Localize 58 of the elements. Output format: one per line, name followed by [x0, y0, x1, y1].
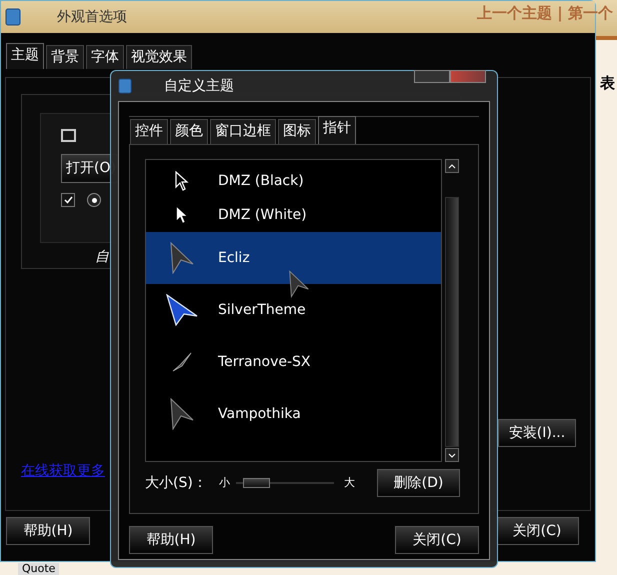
radio-button[interactable]	[87, 193, 101, 207]
arrow-cursor-icon	[169, 242, 195, 274]
scrollbar[interactable]	[445, 159, 459, 462]
tab[interactable]: 颜色	[170, 119, 208, 144]
preview-caption: 自	[95, 248, 109, 267]
cursor-list-item[interactable]: DMZ (Black)	[146, 164, 441, 198]
arrow-cursor-icon	[172, 352, 192, 372]
delete-button[interactable]: 删除(D)	[377, 469, 460, 497]
cursor-name: Vampothika	[218, 404, 301, 424]
help-button[interactable]: 帮助(H)	[129, 526, 213, 554]
tab[interactable]: 背景	[46, 45, 84, 69]
window-icon	[5, 8, 21, 26]
cursor-name: SilverTheme	[218, 300, 306, 320]
help-button[interactable]: 帮助(H)	[6, 517, 90, 545]
tab[interactable]: 图标	[278, 119, 316, 144]
close-window-button[interactable]	[450, 70, 486, 83]
tab[interactable]: 视觉效果	[126, 45, 192, 69]
quote-label: Quote	[18, 563, 60, 575]
scroll-thumb[interactable]	[445, 197, 459, 447]
scroll-down-button[interactable]	[445, 448, 459, 462]
size-label: 大小(S)：	[145, 474, 207, 492]
window-title: 自定义主题	[164, 76, 234, 96]
tab[interactable]: 指针	[318, 116, 356, 144]
check-icon	[64, 196, 72, 204]
mouse-pointer-icon	[288, 270, 310, 298]
minimize-button[interactable]	[414, 70, 450, 83]
window-icon	[61, 128, 77, 144]
close-button[interactable]: 关闭(C)	[495, 517, 579, 545]
tab[interactable]: 窗口边框	[210, 119, 276, 144]
chevron-down-icon	[448, 452, 456, 458]
arrow-cursor-icon	[176, 206, 188, 224]
tab[interactable]: 字体	[86, 45, 124, 69]
cursor-name: DMZ (White)	[218, 206, 307, 224]
cursor-name: Ecliz	[218, 248, 250, 268]
tab[interactable]: 控件	[130, 119, 168, 144]
arrow-cursor-icon	[166, 294, 198, 326]
large-label: 大	[344, 474, 355, 491]
cursor-list-item[interactable]: SilverTheme	[146, 284, 441, 336]
cursor-list-item[interactable]: DMZ (White)	[146, 198, 441, 232]
cursor-name: Terranove-SX	[218, 352, 310, 372]
arrow-cursor-icon	[169, 398, 195, 430]
cursor-name: DMZ (Black)	[218, 172, 304, 190]
cursor-list-item[interactable]: Terranove-SX	[146, 336, 441, 388]
window-icon	[118, 78, 132, 94]
install-button[interactable]: 安装(I)...	[498, 419, 576, 447]
cursor-list-item[interactable]: Ecliz	[146, 232, 441, 284]
close-button[interactable]: 关闭(C)	[395, 526, 479, 554]
checkbox[interactable]	[61, 193, 75, 207]
small-label: 小	[218, 474, 230, 491]
post-label: 表	[600, 73, 615, 94]
tab[interactable]: 主题	[6, 43, 44, 69]
size-slider[interactable]	[236, 478, 334, 488]
chevron-up-icon	[448, 164, 456, 168]
cursor-list-item[interactable]: Vampothika	[146, 388, 441, 440]
scroll-up-button[interactable]	[445, 159, 459, 173]
arrow-cursor-icon	[175, 171, 189, 191]
slider-thumb[interactable]	[242, 478, 270, 488]
window-title: 外观首选项	[57, 8, 127, 26]
